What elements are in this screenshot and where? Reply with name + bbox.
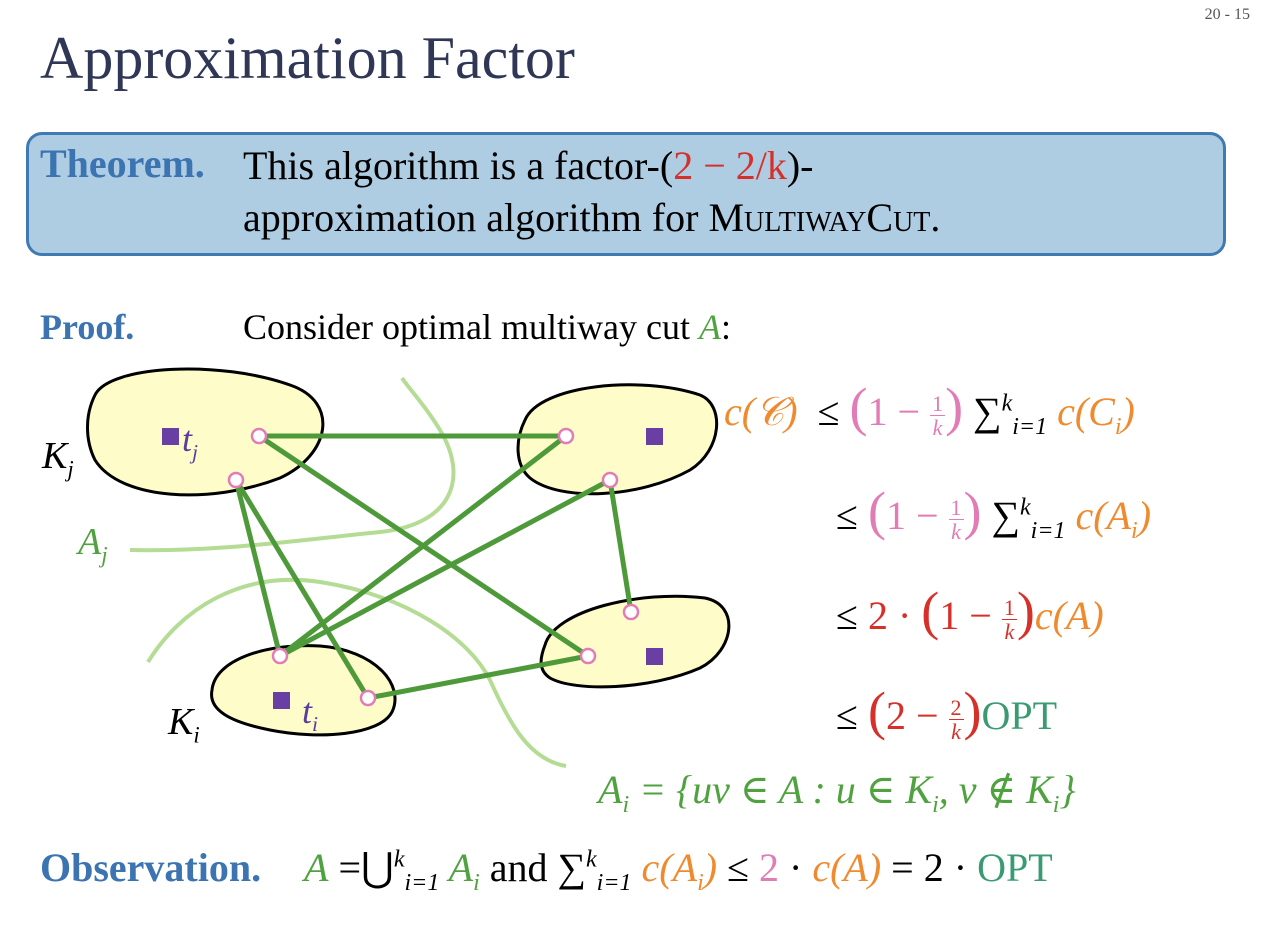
label-tj: tj	[182, 419, 199, 465]
label-ti: ti	[302, 691, 319, 737]
ai-definition: Ai = {uv ∈ A : u ∈ Ki, v ∉ Ki}	[598, 767, 1076, 818]
terminal-tj	[162, 428, 179, 445]
derivation-line-4: ≤ (2 − 2 k)OPT	[836, 681, 1058, 745]
observation-text: A =⋃ki=1 Ai and ∑ki=1 c(Ai) ≤ 2 · c(A) =…	[304, 845, 1053, 896]
label-kj: Kj	[42, 435, 74, 482]
derivation-line-2: ≤ (1 − 1 k) ∑ki=1 c(Ai)	[836, 481, 1152, 545]
blob-kj	[86, 367, 325, 497]
terminal-top-right	[646, 428, 663, 445]
derivation-line-1: c(𝒞) ≤ (1 − 1 k) ∑ki=1 c(Ci)	[724, 377, 1135, 441]
observation-label: Observation.	[40, 845, 262, 890]
label-ki: Ki	[168, 701, 200, 748]
terminal-ti	[273, 692, 290, 709]
derivation-line-3: ≤ 2 · (1 − 1 k)c(A)	[836, 581, 1104, 645]
terminal-bottom-right	[646, 648, 663, 665]
label-aj: Aj	[78, 521, 108, 568]
